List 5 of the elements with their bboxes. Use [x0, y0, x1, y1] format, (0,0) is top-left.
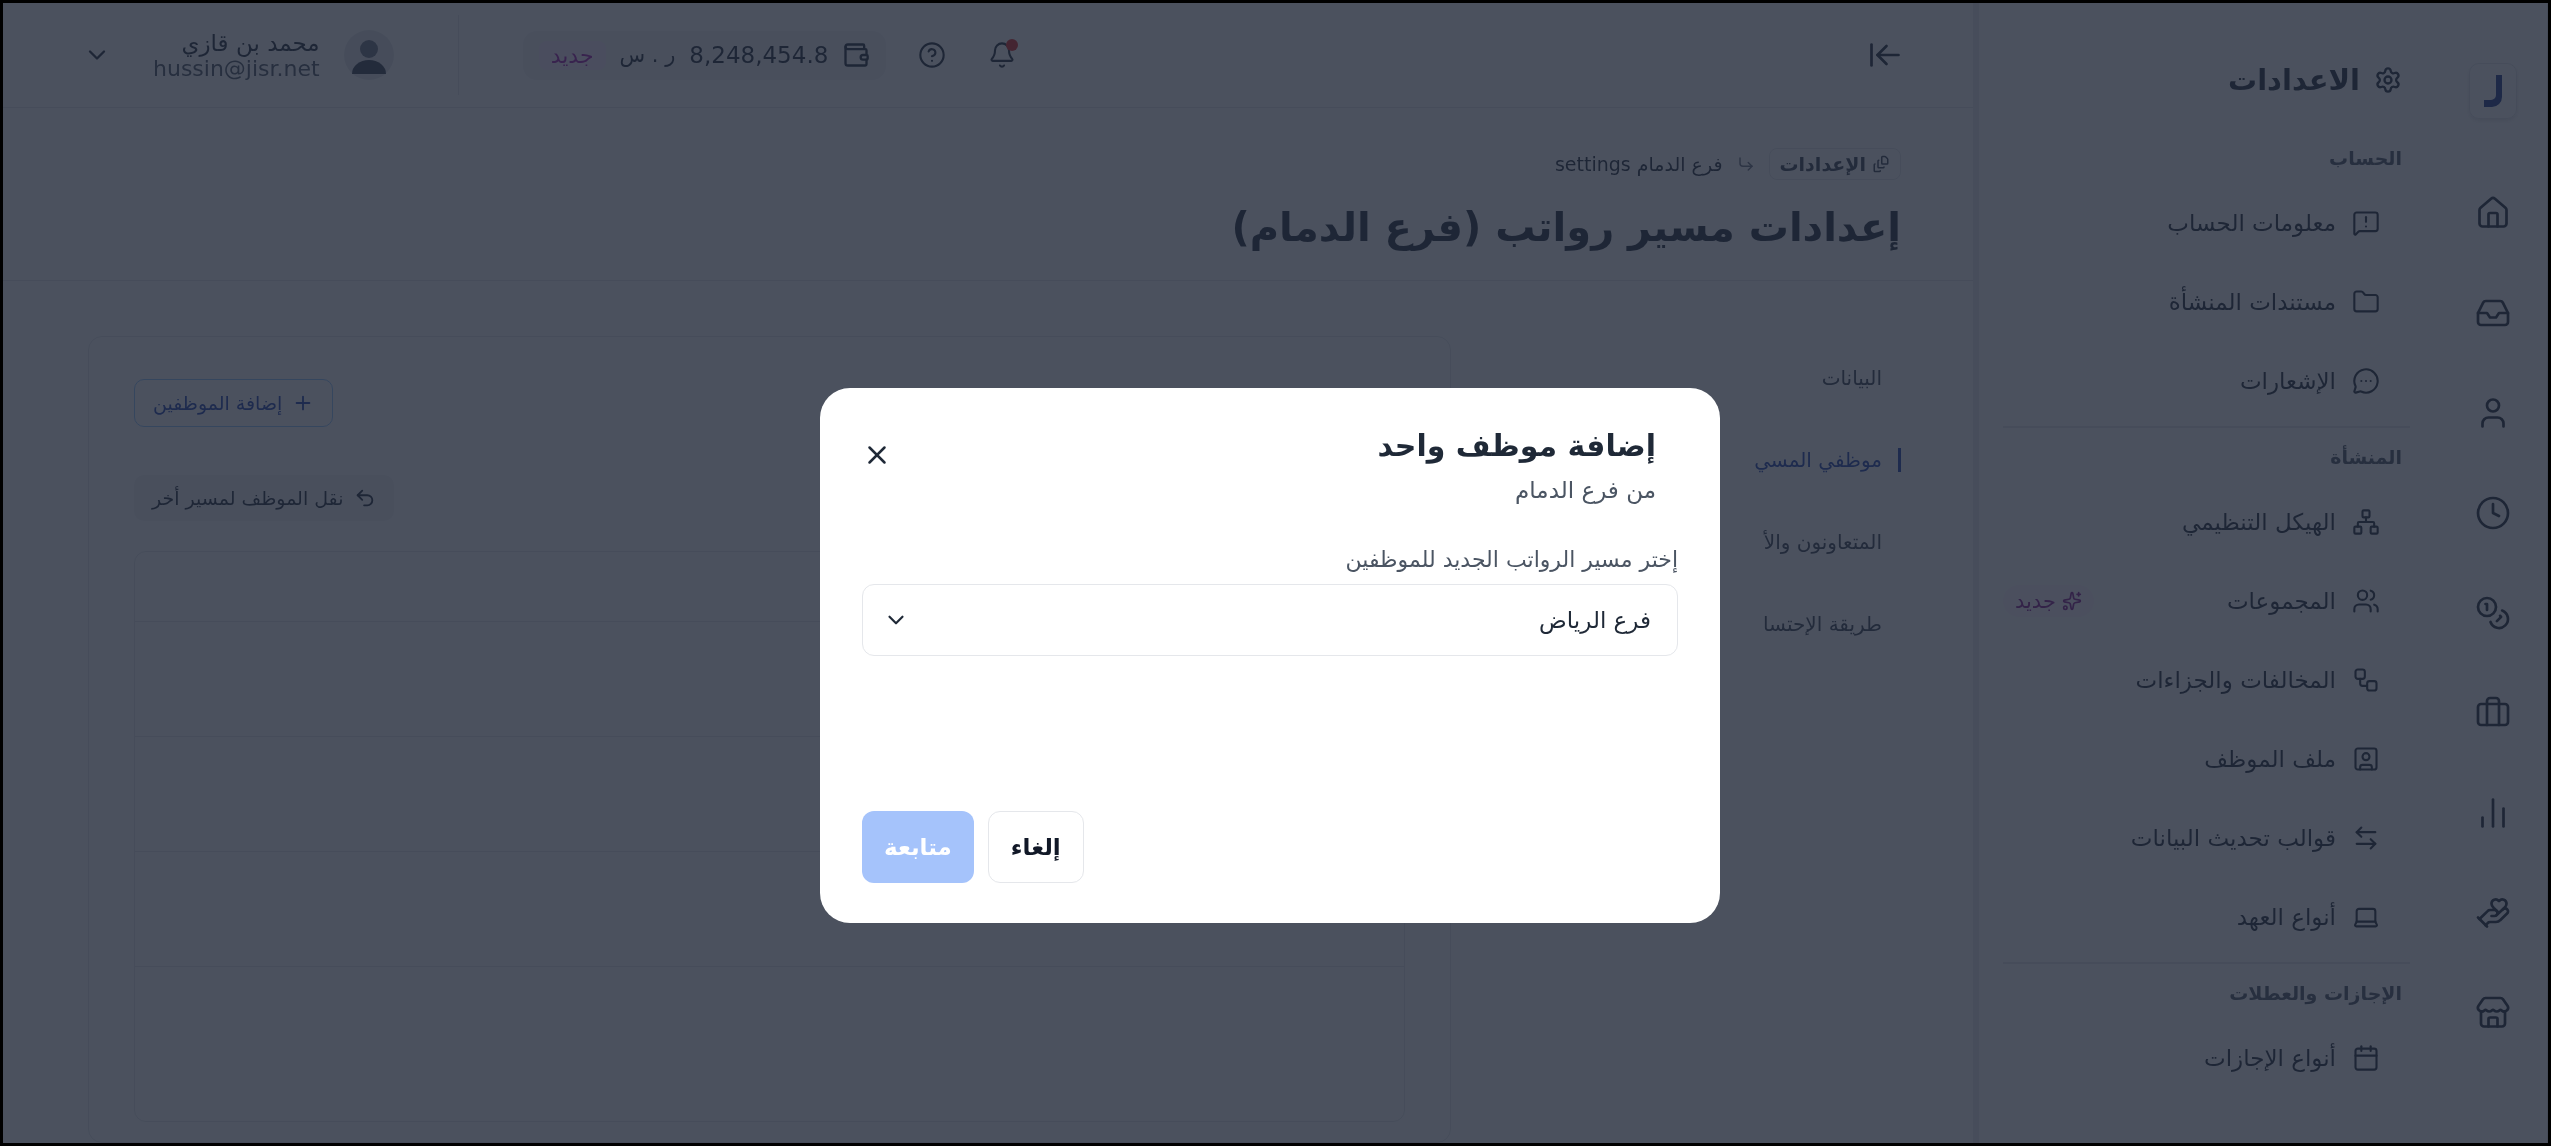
payroll-select[interactable]: فرع الرياض	[862, 584, 1678, 656]
dialog-title: إضافة موظف واحد	[1377, 428, 1656, 463]
field-label: إختر مسير الرواتب الجديد للموظفين	[1344, 547, 1678, 572]
cancel-button[interactable]: إلغاء	[987, 811, 1084, 883]
dialog-subtitle: من فرع الدمام	[1514, 477, 1656, 503]
